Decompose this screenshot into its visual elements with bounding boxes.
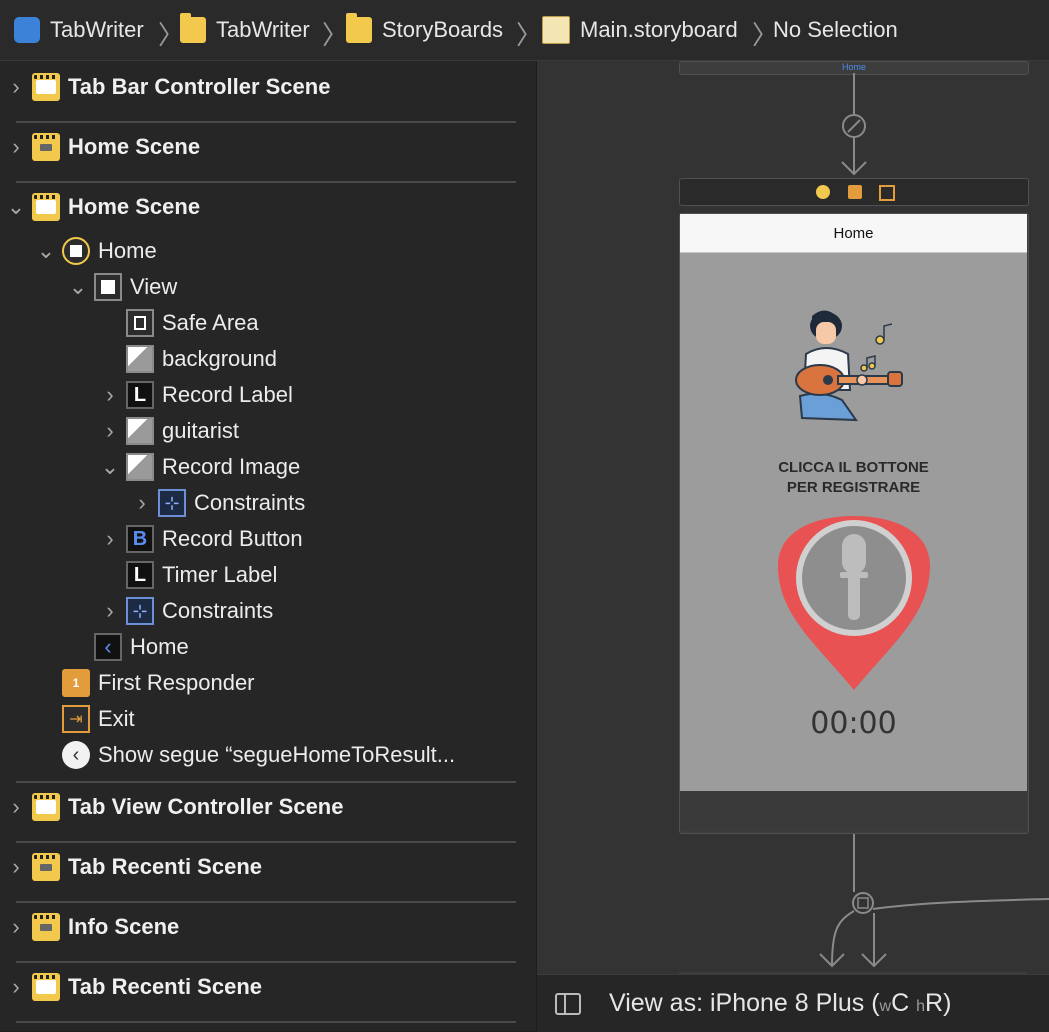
constraints-icon: ⊹: [126, 597, 154, 625]
disclosure-right-icon[interactable]: ›: [98, 418, 122, 443]
disclosure-right-icon[interactable]: ›: [4, 974, 28, 999]
divider: [16, 1021, 516, 1023]
disclosure-right-icon[interactable]: ›: [4, 74, 28, 99]
folder-icon: [180, 13, 206, 43]
disclosure-down-icon[interactable]: ⌄: [34, 238, 58, 263]
outline-item-first-responder[interactable]: 1 First Responder: [34, 665, 255, 701]
breadcrumb-item-project[interactable]: TabWriter: [14, 0, 144, 60]
outline-scene-tab-recenti-2[interactable]: › Tab Recenti Scene: [4, 969, 262, 1005]
image-view-icon: [126, 453, 154, 481]
outline-scene-home-expanded[interactable]: ⌄ Home Scene: [4, 189, 200, 225]
disclosure-down-icon[interactable]: ⌄: [66, 274, 90, 299]
chevron-right-icon: 〉: [516, 20, 543, 50]
timer-label: 00:00: [810, 706, 897, 741]
disclosure-down-icon[interactable]: ⌄: [98, 454, 122, 479]
outline-item-timer-label[interactable]: L Timer Label: [98, 557, 277, 593]
scene-icon: [32, 193, 60, 221]
view-icon: [94, 273, 122, 301]
document-outline: › Tab Bar Controller Scene › Home Scene …: [0, 61, 536, 1031]
image-view-icon: [126, 417, 154, 445]
scene-dock[interactable]: [679, 178, 1029, 206]
breadcrumb-item-storyboards[interactable]: StoryBoards: [346, 0, 503, 60]
view-controller-dock-icon[interactable]: [816, 185, 830, 199]
outline-item-record-label[interactable]: › L Record Label: [98, 377, 293, 413]
show-segue-icon: [852, 892, 874, 914]
outline-item-segue[interactable]: ‹ Show segue “segueHomeToResult...: [34, 737, 455, 773]
scene-icon: [32, 73, 60, 101]
folder-icon: [346, 13, 372, 43]
divider: [16, 901, 516, 903]
first-responder-icon: 1: [62, 669, 90, 697]
first-responder-dock-icon[interactable]: [848, 185, 862, 199]
outline-item-constraints-inner[interactable]: › ⊹ Constraints: [130, 485, 305, 521]
storyboard-file-icon: [542, 16, 570, 44]
view-as-device-button[interactable]: View as: iPhone 8 Plus (wC hR): [609, 989, 951, 1018]
outline-scene-tab-bar[interactable]: › Tab Bar Controller Scene: [4, 69, 330, 105]
chevron-right-icon: 〉: [322, 20, 349, 50]
scene-icon: [32, 133, 60, 161]
outline-item-record-image[interactable]: ⌄ Record Image: [98, 449, 300, 485]
outline-item-view[interactable]: ⌄ View: [66, 269, 177, 305]
disclosure-right-icon[interactable]: ›: [98, 382, 122, 407]
scene-icon: [32, 973, 60, 1001]
disclosure-down-icon[interactable]: ⌄: [4, 194, 28, 219]
outline-item-background[interactable]: background: [98, 341, 277, 377]
view-controller-icon: [62, 237, 90, 265]
label-icon: L: [126, 381, 154, 409]
button-icon: B: [126, 525, 154, 553]
outline-scene-tab-recenti[interactable]: › Tab Recenti Scene: [4, 849, 262, 885]
scene-icon: [32, 913, 60, 941]
divider: [16, 121, 516, 123]
exit-dock-icon[interactable]: [879, 185, 895, 201]
sidebar-toggle-icon[interactable]: [555, 993, 581, 1015]
outline-item-guitarist[interactable]: › guitarist: [98, 413, 239, 449]
tab-bar-placeholder: [680, 791, 1027, 831]
breadcrumb: TabWriter 〉 TabWriter 〉 StoryBoards 〉 Ma…: [0, 0, 1049, 61]
constraints-icon: ⊹: [158, 489, 186, 517]
canvas-bottom-bar: View as: iPhone 8 Plus (wC hR): [537, 974, 1049, 1032]
breadcrumb-item-selection[interactable]: No Selection: [773, 0, 898, 60]
record-label: CLICCA IL BOTTONE PER REGISTRARE: [778, 459, 929, 496]
disclosure-right-icon[interactable]: ›: [4, 854, 28, 879]
guitarist-image[interactable]: [792, 300, 916, 428]
outline-scene-tab-view[interactable]: › Tab View Controller Scene: [4, 789, 343, 825]
breadcrumb-item-file[interactable]: Main.storyboard: [542, 0, 738, 60]
divider: [16, 781, 516, 783]
outline-item-constraints-view[interactable]: › ⊹ Constraints: [98, 593, 273, 629]
label-icon: L: [126, 561, 154, 589]
image-view-icon: [126, 345, 154, 373]
divider: [16, 961, 516, 963]
outline-item-exit[interactable]: ⇥ Exit: [34, 701, 135, 737]
divider: [16, 181, 516, 183]
scene-icon: [32, 853, 60, 881]
outline-scene-info[interactable]: › Info Scene: [4, 909, 179, 945]
xcode-project-icon: [14, 17, 40, 43]
safe-area-icon: [126, 309, 154, 337]
home-scene-screen[interactable]: Home CLICCA IL BOTTONE PER REGISTRARE 00…: [680, 214, 1027, 791]
record-button[interactable]: [776, 514, 932, 692]
outline-item-record-button[interactable]: › B Record Button: [98, 521, 303, 557]
outline-item-safe-area[interactable]: Safe Area: [98, 305, 259, 341]
disclosure-right-icon[interactable]: ›: [4, 914, 28, 939]
breadcrumb-item-group[interactable]: TabWriter: [180, 0, 310, 60]
segue-icon: ‹: [62, 741, 90, 769]
disclosure-right-icon[interactable]: ›: [4, 794, 28, 819]
nav-title: Home: [833, 224, 874, 242]
outline-item-navigation-item[interactable]: ‹ Home: [66, 629, 189, 665]
outline-item-home-vc[interactable]: ⌄ Home: [34, 233, 157, 269]
disclosure-right-icon[interactable]: ›: [98, 598, 122, 623]
guitarist-illustration: [795, 310, 903, 422]
disclosure-right-icon[interactable]: ›: [4, 134, 28, 159]
disclosure-right-icon[interactable]: ›: [130, 490, 154, 515]
divider: [16, 841, 516, 843]
exit-icon: ⇥: [62, 705, 90, 733]
navigation-bar: Home: [680, 214, 1027, 253]
disclosure-right-icon[interactable]: ›: [98, 526, 122, 551]
outline-scene-home[interactable]: › Home Scene: [4, 129, 200, 165]
navigation-item-icon: ‹: [94, 633, 122, 661]
scene-icon: [32, 793, 60, 821]
